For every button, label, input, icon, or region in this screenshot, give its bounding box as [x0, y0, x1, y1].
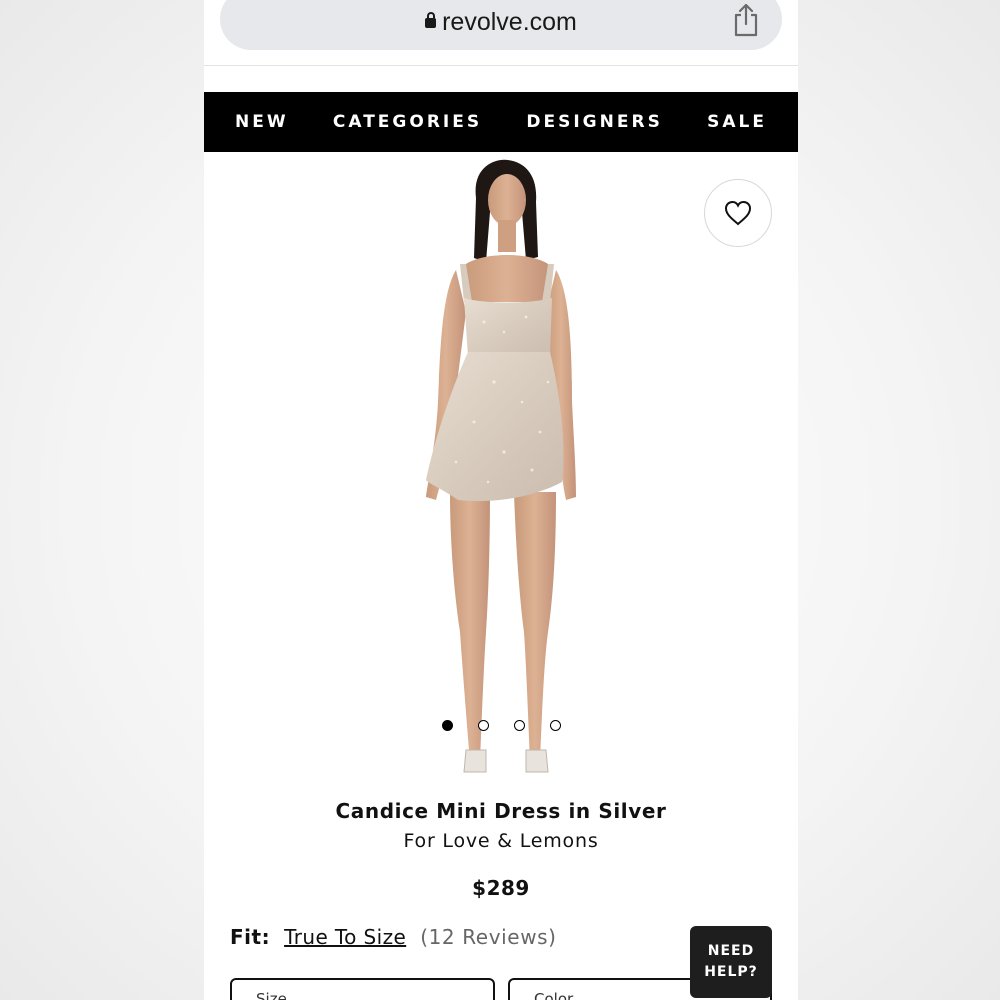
carousel-dot[interactable]	[441, 720, 453, 731]
phone-screen: revolve.com NEW CATEGORIES DESIGNERS SAL…	[204, 0, 798, 1000]
product-price: $289	[472, 876, 530, 900]
nav-item-designers[interactable]: DESIGNERS	[526, 112, 662, 132]
fit-link[interactable]: True To Size	[284, 925, 406, 949]
header-divider	[204, 65, 798, 66]
url-display[interactable]: revolve.com	[220, 8, 782, 37]
carousel-dots	[204, 720, 798, 731]
help-line-1: NEED	[707, 943, 755, 959]
address-bar[interactable]: revolve.com	[220, 0, 782, 50]
carousel-dot[interactable]	[477, 720, 489, 731]
help-line-2: HELP?	[704, 964, 758, 980]
color-select-label: Color	[534, 990, 574, 1000]
nav-item-sale[interactable]: SALE	[707, 112, 767, 132]
need-help-button[interactable]: NEED HELP?	[690, 926, 772, 998]
wishlist-button[interactable]	[704, 179, 772, 247]
url-text: revolve.com	[442, 8, 577, 36]
main-nav: NEW CATEGORIES DESIGNERS SALE	[204, 92, 798, 152]
fit-info: Fit: True To Size (12 Reviews)	[230, 925, 557, 949]
product-photo	[426, 159, 576, 773]
size-select[interactable]: Size	[230, 978, 495, 1000]
product-image-carousel[interactable]	[204, 152, 798, 784]
heart-icon	[724, 200, 752, 226]
share-icon[interactable]	[732, 2, 760, 38]
lock-icon	[425, 12, 437, 28]
product-brand[interactable]: For Love & Lemons	[204, 830, 798, 852]
product-title: Candice Mini Dress in Silver	[335, 799, 667, 823]
nav-item-new[interactable]: NEW	[235, 112, 289, 132]
nav-item-categories[interactable]: CATEGORIES	[333, 112, 482, 132]
size-select-label: Size	[256, 990, 287, 1000]
carousel-dot[interactable]	[549, 720, 561, 731]
carousel-dot[interactable]	[513, 720, 525, 731]
reviews-count[interactable]: (12 Reviews)	[420, 925, 556, 949]
fit-label: Fit:	[230, 925, 271, 949]
